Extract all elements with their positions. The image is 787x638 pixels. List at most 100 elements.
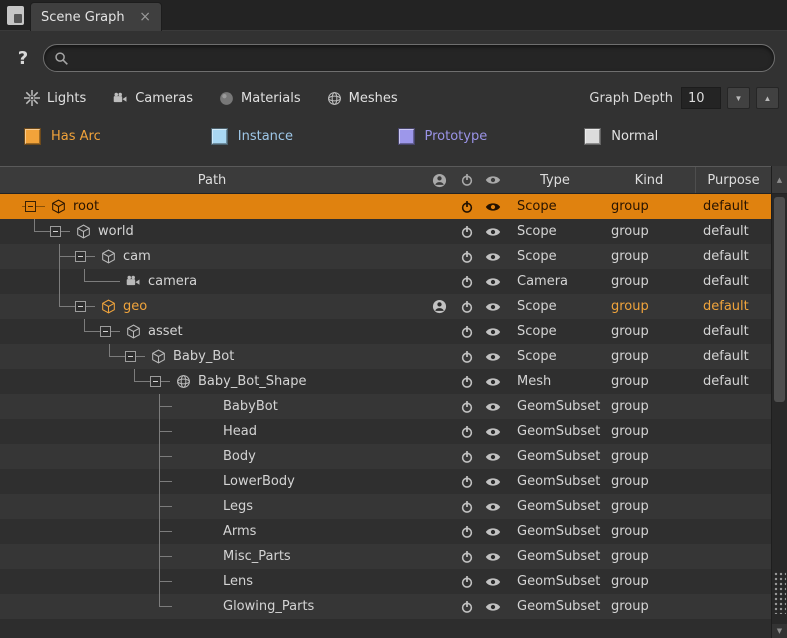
tree-row[interactable]: camScopegroupdefault — [0, 244, 771, 269]
scrollbar-corner[interactable]: ▲ — [772, 166, 787, 194]
tab-close-icon[interactable]: × — [131, 9, 151, 25]
collapse-toggle[interactable] — [75, 251, 86, 262]
collapse-toggle[interactable] — [100, 326, 111, 337]
eye-icon[interactable] — [485, 476, 501, 488]
tree-row[interactable]: Baby_BotScopegroupdefault — [0, 344, 771, 369]
eye-icon[interactable] — [485, 226, 501, 238]
tree-row[interactable]: assetScopegroupdefault — [0, 319, 771, 344]
power-icon[interactable] — [460, 425, 474, 439]
power-icon[interactable] — [460, 173, 474, 187]
tab-title: Scene Graph — [41, 10, 131, 25]
filter-meshes[interactable]: Meshes — [327, 91, 398, 106]
filter-cameras[interactable]: Cameras — [112, 91, 193, 106]
eye-icon[interactable] — [485, 351, 501, 363]
power-icon[interactable] — [460, 500, 474, 514]
tree-row[interactable]: Glowing_PartsGeomSubsetgroup — [0, 594, 771, 619]
prototype-swatch — [398, 128, 415, 145]
eye-icon[interactable] — [485, 526, 501, 538]
working-set-icon[interactable] — [432, 299, 447, 314]
tree-row[interactable]: worldScopegroupdefault — [0, 219, 771, 244]
collapse-toggle[interactable] — [50, 226, 61, 237]
visibility-cell — [479, 276, 507, 288]
power-icon[interactable] — [460, 250, 474, 264]
power-icon[interactable] — [460, 275, 474, 289]
vertical-scrollbar[interactable]: ▲ ▼ — [771, 166, 787, 638]
power-icon[interactable] — [460, 375, 474, 389]
tree-row[interactable]: LegsGeomSubsetgroup — [0, 494, 771, 519]
collapse-toggle[interactable] — [125, 351, 136, 362]
column-header-kind[interactable]: Kind — [603, 167, 695, 193]
power-cell — [454, 600, 479, 614]
kind-cell: group — [603, 399, 695, 414]
node-label: cam — [119, 249, 151, 264]
kind-cell: group — [603, 474, 695, 489]
kind-cell: group — [603, 524, 695, 539]
power-icon[interactable] — [460, 600, 474, 614]
collapse-toggle[interactable] — [75, 301, 86, 312]
tree-row[interactable]: BabyBotGeomSubsetgroup — [0, 394, 771, 419]
eye-icon[interactable] — [485, 326, 501, 338]
working-set-icon[interactable] — [432, 173, 447, 188]
eye-icon[interactable] — [485, 251, 501, 263]
kind-cell: group — [603, 424, 695, 439]
tree-row[interactable]: LowerBodyGeomSubsetgroup — [0, 469, 771, 494]
eye-icon[interactable] — [485, 401, 501, 413]
power-icon[interactable] — [460, 575, 474, 589]
eye-icon[interactable] — [485, 601, 501, 613]
tree-row[interactable]: cameraCameragroupdefault — [0, 269, 771, 294]
tree-row[interactable]: Baby_Bot_ShapeMeshgroupdefault — [0, 369, 771, 394]
graph-depth-increment-button[interactable]: ▲ — [756, 87, 779, 109]
tree-row[interactable]: LensGeomSubsetgroup — [0, 569, 771, 594]
power-icon[interactable] — [460, 525, 474, 539]
power-icon[interactable] — [460, 550, 474, 564]
eye-icon[interactable] — [485, 276, 501, 288]
eye-icon[interactable] — [485, 501, 501, 513]
tree-row[interactable]: Misc_PartsGeomSubsetgroup — [0, 544, 771, 569]
panel-icon[interactable] — [7, 6, 24, 25]
tree-row[interactable]: HeadGeomSubsetgroup — [0, 419, 771, 444]
eye-icon[interactable] — [485, 451, 501, 463]
help-button[interactable]: ? — [12, 45, 34, 71]
power-icon[interactable] — [460, 350, 474, 364]
eye-icon[interactable] — [485, 301, 501, 313]
power-icon[interactable] — [460, 325, 474, 339]
search-input[interactable] — [75, 51, 764, 66]
path-cell: Arms — [0, 519, 424, 544]
scrollbar-track[interactable]: ▼ — [772, 194, 787, 638]
power-icon[interactable] — [460, 225, 474, 239]
tree-row[interactable]: BodyGeomSubsetgroup — [0, 444, 771, 469]
icon-spacer — [197, 444, 219, 469]
filter-lights[interactable]: Lights — [24, 90, 86, 106]
column-header-path[interactable]: Path — [0, 167, 424, 193]
resize-grip[interactable] — [774, 572, 786, 614]
tab-scene-graph[interactable]: Scene Graph × — [30, 2, 162, 31]
collapse-toggle[interactable] — [25, 201, 36, 212]
eye-icon[interactable] — [485, 376, 501, 388]
tree-row[interactable]: ArmsGeomSubsetgroup — [0, 519, 771, 544]
search-box[interactable] — [43, 44, 775, 72]
column-header-type[interactable]: Type — [507, 167, 603, 193]
tree-row[interactable]: rootScopegroupdefault — [0, 194, 771, 219]
power-icon[interactable] — [460, 475, 474, 489]
eye-icon[interactable] — [485, 201, 501, 213]
power-icon[interactable] — [460, 300, 474, 314]
column-header-purpose[interactable]: Purpose — [695, 167, 771, 193]
eye-icon[interactable] — [485, 174, 501, 186]
tree-row[interactable]: geoScopegroupdefault — [0, 294, 771, 319]
graph-depth-decrement-button[interactable]: ▼ — [727, 87, 750, 109]
path-cell: Misc_Parts — [0, 544, 424, 569]
power-icon[interactable] — [460, 200, 474, 214]
normal-swatch — [584, 128, 601, 145]
eye-icon[interactable] — [485, 551, 501, 563]
eye-icon[interactable] — [485, 576, 501, 588]
graph-depth-input[interactable] — [681, 87, 721, 109]
eye-icon[interactable] — [485, 426, 501, 438]
scrollbar-thumb[interactable] — [774, 197, 785, 402]
power-icon[interactable] — [460, 450, 474, 464]
power-icon[interactable] — [460, 400, 474, 414]
node-label: LowerBody — [219, 474, 295, 489]
scroll-down-icon[interactable]: ▼ — [772, 624, 787, 638]
filter-materials[interactable]: Materials — [219, 91, 301, 106]
power-cell — [454, 200, 479, 214]
collapse-toggle[interactable] — [150, 376, 161, 387]
